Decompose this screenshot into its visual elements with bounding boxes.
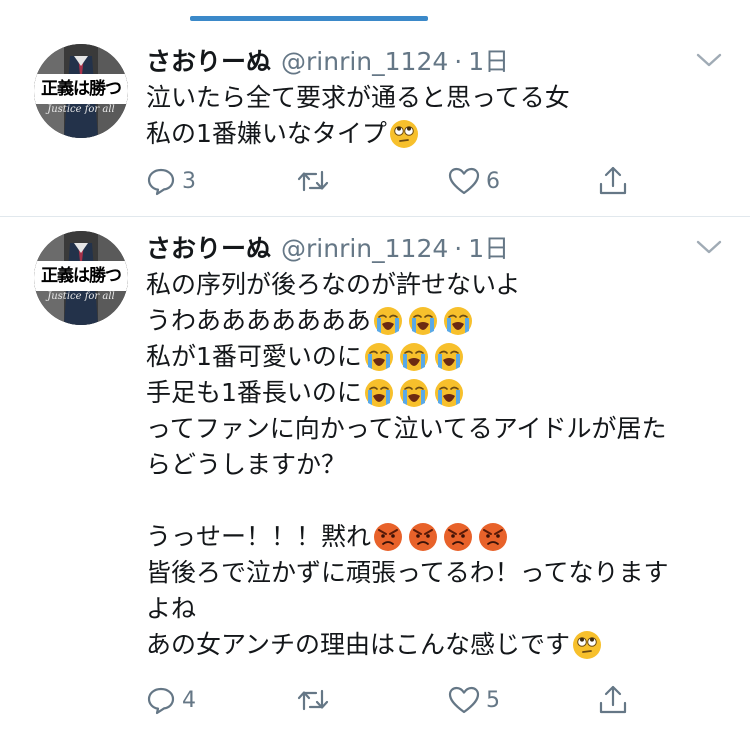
tweet-line: ってファンに向かって泣いてるアイドルが居た xyxy=(146,411,669,447)
tweet-text: 私の序列が後ろなのが許せないよ うわあああああああ 私が1番可愛いのに 手足も1… xyxy=(146,267,669,663)
like-icon xyxy=(448,686,480,714)
tweet-line: 手足も1番長いのに xyxy=(146,375,669,411)
tweet-line: うわあああああああ xyxy=(146,303,669,339)
eye-roll-emoji-icon xyxy=(389,120,418,148)
crying-emoji-icon xyxy=(364,343,393,371)
tweet-actions: 4 5 xyxy=(146,683,646,717)
reply-button[interactable]: 4 xyxy=(146,683,196,717)
tweet-line-text: うわあああああああ xyxy=(146,306,372,335)
tweet-line: 皆後ろで泣かずに頑張ってるわ！ってなります xyxy=(146,555,669,591)
share-icon xyxy=(599,166,627,195)
timestamp[interactable]: 1日 xyxy=(468,42,509,78)
tweet-header: さおりーぬ @rinrin_1124 · 1日 xyxy=(146,229,509,265)
tweet-line: よね xyxy=(146,591,669,627)
separator-dot: · xyxy=(454,47,463,76)
tweet-line-text: 手足も1番長いのに xyxy=(146,378,362,407)
avatar-sub-text: Justice for all xyxy=(47,104,115,115)
tweet-line-text: 私が1番可愛いのに xyxy=(146,342,362,371)
angry-emoji-icon xyxy=(409,523,438,551)
reply-icon xyxy=(147,168,175,196)
share-button[interactable] xyxy=(598,164,628,198)
eye-roll-emoji-icon xyxy=(573,631,602,659)
angry-emoji-icon xyxy=(444,523,473,551)
tweet-header: さおりーぬ @rinrin_1124 · 1日 xyxy=(146,42,509,78)
display-name[interactable]: さおりーぬ xyxy=(146,229,271,265)
retweet-icon xyxy=(297,689,329,711)
crying-emoji-icon xyxy=(364,379,393,407)
crying-emoji-icon xyxy=(434,343,463,371)
timestamp[interactable]: 1日 xyxy=(468,229,509,265)
avatar-banner-text: 正義は勝つ xyxy=(34,261,128,291)
crying-emoji-icon xyxy=(374,307,403,335)
retweet-button[interactable] xyxy=(296,683,336,717)
crying-emoji-icon xyxy=(444,307,473,335)
display-name[interactable]: さおりーぬ xyxy=(146,42,271,78)
tweet-actions: 3 6 xyxy=(146,164,646,198)
like-button[interactable]: 6 xyxy=(448,164,500,198)
tweet-line: らどうしますか？ xyxy=(146,447,669,483)
crying-emoji-icon xyxy=(399,379,428,407)
reply-count: 4 xyxy=(182,687,196,713)
tweet-line-text: ってファンに向かって泣いてるアイドルが居た xyxy=(146,414,667,443)
angry-emoji-icon xyxy=(374,523,403,551)
crying-emoji-icon xyxy=(434,379,463,407)
separator-dot: · xyxy=(454,234,463,263)
crying-emoji-icon xyxy=(409,307,438,335)
reply-button[interactable]: 3 xyxy=(146,164,196,198)
active-tab-indicator xyxy=(190,16,428,21)
tweet-line-text: 私の1番嫌いなタイプ xyxy=(146,119,387,148)
crying-emoji-icon xyxy=(399,343,428,371)
avatar-sub-text: Justice for all xyxy=(47,291,115,302)
tweet-line-text: らどうしますか？ xyxy=(146,450,347,479)
retweet-icon xyxy=(297,170,329,192)
chevron-down-icon[interactable] xyxy=(694,50,724,70)
like-button[interactable]: 5 xyxy=(448,683,500,717)
tweet-line: うっせー！！！黙れ xyxy=(146,519,669,555)
avatar[interactable]: 正義は勝つ Justice for all xyxy=(34,231,128,325)
like-count: 5 xyxy=(486,687,500,713)
tweet[interactable]: 正義は勝つ Justice for all さおりーぬ @rinrin_1124… xyxy=(0,30,750,216)
user-handle[interactable]: @rinrin_1124 xyxy=(281,47,448,76)
tweet-line-text: よね xyxy=(146,594,197,623)
like-icon xyxy=(448,167,480,195)
share-button[interactable] xyxy=(598,683,628,717)
share-icon xyxy=(599,685,627,714)
tweet-text: 泣いたら全て要求が通ると思ってる女 私の1番嫌いなタイプ xyxy=(146,80,570,152)
reply-count: 3 xyxy=(182,168,196,194)
tweet-line-text: あの女アンチの理由はこんな感じです xyxy=(146,630,571,659)
like-count: 6 xyxy=(486,168,500,194)
retweet-button[interactable] xyxy=(296,164,336,198)
chevron-down-icon[interactable] xyxy=(694,237,724,257)
tweet[interactable]: 正義は勝つ Justice for all さおりーぬ @rinrin_1124… xyxy=(0,217,750,750)
tweet-line: あの女アンチの理由はこんな感じです xyxy=(146,627,669,663)
tweet-line-text: 私の序列が後ろなのが許せないよ xyxy=(146,270,521,299)
angry-emoji-icon xyxy=(479,523,508,551)
tweet-line-text: 皆後ろで泣かずに頑張ってるわ！ってなります xyxy=(146,558,669,587)
reply-icon xyxy=(147,687,175,715)
tweet-line-text: うっせー！！！黙れ xyxy=(146,522,372,551)
tweet-line: 私の序列が後ろなのが許せないよ xyxy=(146,267,669,303)
user-handle[interactable]: @rinrin_1124 xyxy=(281,234,448,263)
avatar-banner-text: 正義は勝つ xyxy=(34,74,128,104)
tweet-line: 私の1番嫌いなタイプ xyxy=(146,116,570,152)
avatar[interactable]: 正義は勝つ Justice for all xyxy=(34,44,128,138)
tweet-line-text: 泣いたら全て要求が通ると思ってる女 xyxy=(146,83,570,112)
tweet-line: 私が1番可愛いのに xyxy=(146,339,669,375)
tweet-line: 泣いたら全て要求が通ると思ってる女 xyxy=(146,80,570,116)
